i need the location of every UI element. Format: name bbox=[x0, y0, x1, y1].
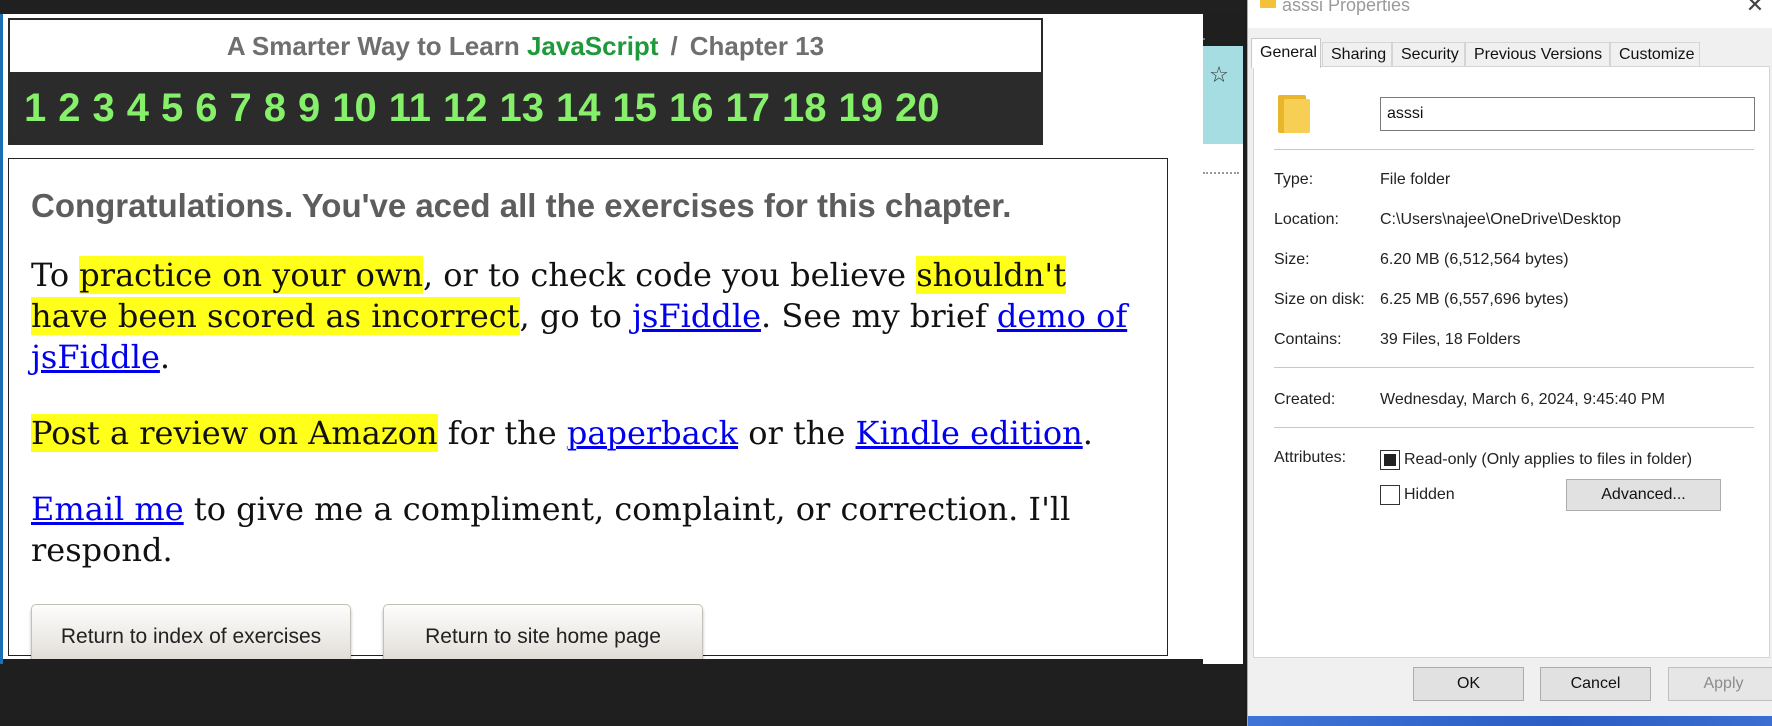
type-value: File folder bbox=[1380, 171, 1451, 188]
chapter-link-2[interactable]: 2 bbox=[58, 88, 80, 128]
size-on-disk-label: Size on disk: bbox=[1274, 291, 1365, 308]
page-title: A Smarter Way to Learn JavaScript / Chapte… bbox=[10, 20, 1041, 72]
highlighted-text: practice on your own bbox=[79, 256, 423, 294]
chapter-link-11[interactable]: 11 bbox=[389, 88, 431, 128]
tab-general[interactable]: General bbox=[1251, 38, 1321, 68]
attributes-label: Attributes: bbox=[1274, 449, 1347, 466]
general-tab-panel: Type: File folder Location: C:\Users\naj… bbox=[1253, 66, 1770, 658]
divider bbox=[1274, 367, 1754, 368]
created-label: Created: bbox=[1274, 391, 1336, 408]
review-paragraph: Post a review on Amazon for the paperbac… bbox=[31, 413, 1145, 454]
practice-paragraph: To practice on your own, or to check cod… bbox=[31, 255, 1145, 378]
paperback-link[interactable]: paperback bbox=[567, 414, 738, 452]
return-to-home-button[interactable]: Return to site home page bbox=[383, 604, 703, 659]
chapter-header: A Smarter Way to Learn JavaScript / Chapte… bbox=[8, 18, 1043, 145]
created-value: Wednesday, March 6, 2024, 9:45:40 PM bbox=[1380, 391, 1665, 408]
tab-sharing[interactable]: Sharing bbox=[1322, 42, 1392, 67]
chapter-link-7[interactable]: 7 bbox=[230, 88, 252, 128]
paragraph-text: , or to check code you believe bbox=[422, 256, 917, 294]
congratulations-heading: Congratulations. You've aced all the exe… bbox=[31, 187, 1012, 224]
divider bbox=[1274, 149, 1754, 150]
folder-icon bbox=[1260, 0, 1276, 8]
chapter-link-9[interactable]: 9 bbox=[298, 88, 320, 128]
contains-value: 39 Files, 18 Folders bbox=[1380, 331, 1521, 348]
chapter-link-18[interactable]: 18 bbox=[782, 88, 827, 128]
divider bbox=[1274, 427, 1754, 428]
browser-top-strip bbox=[0, 0, 1245, 14]
dotted-divider bbox=[1203, 172, 1239, 174]
chapter-link-15[interactable]: 15 bbox=[613, 88, 658, 128]
chapter-link-14[interactable]: 14 bbox=[556, 88, 601, 128]
chapter-link-17[interactable]: 17 bbox=[726, 88, 771, 128]
paragraph-text: . See my brief bbox=[761, 297, 997, 335]
web-page: A Smarter Way to Learn JavaScript / Chapte… bbox=[3, 14, 1203, 659]
paragraph-text: . bbox=[159, 338, 171, 376]
highlighted-text: Post a review on Amazon bbox=[31, 414, 438, 452]
hidden-label[interactable]: Hidden bbox=[1404, 486, 1455, 504]
size-on-disk-value: 6.25 MB (6,557,696 bytes) bbox=[1380, 291, 1569, 308]
chapter-link-16[interactable]: 16 bbox=[669, 88, 714, 128]
tab-bar: General Sharing Security Previous Versio… bbox=[1248, 38, 1772, 68]
chapter-link-1[interactable]: 1 bbox=[24, 88, 46, 128]
size-value: 6.20 MB (6,512,564 bytes) bbox=[1380, 251, 1569, 268]
advanced-button[interactable]: Advanced... bbox=[1566, 479, 1721, 511]
type-label: Type: bbox=[1274, 171, 1314, 188]
tab-previous-versions[interactable]: Previous Versions bbox=[1465, 42, 1610, 67]
content-box: Congratulations. You've aced all the exe… bbox=[8, 158, 1168, 659]
kindle-edition-link[interactable]: Kindle edition bbox=[856, 414, 1083, 452]
paragraph-text: for the bbox=[437, 414, 567, 452]
chapter-link-20[interactable]: 20 bbox=[895, 88, 940, 128]
chapter-link-8[interactable]: 8 bbox=[264, 88, 286, 128]
title-separator: / bbox=[670, 30, 678, 61]
hidden-checkbox[interactable] bbox=[1380, 485, 1400, 505]
star-icon[interactable]: ☆ bbox=[1205, 62, 1233, 90]
paragraph-text: , go to bbox=[519, 297, 633, 335]
location-value: C:\Users\najee\OneDrive\Desktop bbox=[1380, 211, 1621, 228]
ok-button[interactable]: OK bbox=[1413, 667, 1524, 701]
apply-button[interactable]: Apply bbox=[1668, 667, 1772, 701]
dialog-title: asssi Properties bbox=[1282, 0, 1411, 15]
paragraph-text: . bbox=[1082, 414, 1093, 452]
readonly-checkbox[interactable] bbox=[1380, 450, 1400, 470]
title-prefix: A Smarter Way to Learn bbox=[226, 30, 520, 61]
paragraph-text: to give me a compliment, complaint, or c… bbox=[31, 490, 1071, 569]
jsfiddle-link[interactable]: jsFiddle bbox=[632, 297, 761, 335]
background-browser-strip bbox=[1203, 46, 1243, 664]
close-icon[interactable]: ✕ bbox=[1743, 0, 1767, 18]
taskbar-strip bbox=[1248, 716, 1772, 726]
paragraph-text: or the bbox=[738, 414, 856, 452]
email-me-link[interactable]: Email me bbox=[31, 490, 184, 528]
title-brand: JavaScript bbox=[526, 30, 659, 61]
email-paragraph: Email me to give me a compliment, compla… bbox=[31, 489, 1145, 571]
cancel-button[interactable]: Cancel bbox=[1540, 667, 1651, 701]
size-label: Size: bbox=[1274, 251, 1310, 268]
return-to-index-button[interactable]: Return to index of exercises bbox=[31, 604, 351, 659]
properties-dialog: asssi Properties ✕ General Sharing Secur… bbox=[1247, 0, 1772, 726]
folder-icon bbox=[1278, 93, 1310, 133]
folder-name-input[interactable] bbox=[1380, 97, 1755, 131]
chapter-link-19[interactable]: 19 bbox=[839, 88, 884, 128]
tab-customize[interactable]: Customize bbox=[1610, 42, 1700, 67]
button-row: Return to index of exercises Return to s… bbox=[31, 604, 1145, 659]
chapter-link-6[interactable]: 6 bbox=[195, 88, 217, 128]
chapter-link-5[interactable]: 5 bbox=[161, 88, 183, 128]
chapter-link-12[interactable]: 12 bbox=[443, 88, 488, 128]
readonly-label[interactable]: Read-only (Only applies to files in fold… bbox=[1404, 451, 1692, 469]
chapter-link-4[interactable]: 4 bbox=[127, 88, 149, 128]
contains-label: Contains: bbox=[1274, 331, 1342, 348]
chapter-link-13[interactable]: 13 bbox=[500, 88, 545, 128]
location-label: Location: bbox=[1274, 211, 1339, 228]
chapter-label: Chapter 13 bbox=[689, 30, 825, 61]
background-browser-panel bbox=[1203, 144, 1243, 664]
chapter-link-10[interactable]: 10 bbox=[332, 88, 377, 128]
chapter-nav: 1 2 3 4 5 6 7 8 9 10 11 12 13 14 15 16 1… bbox=[10, 72, 1041, 143]
paragraph-text: To bbox=[31, 256, 80, 294]
tab-security[interactable]: Security bbox=[1392, 42, 1465, 67]
chapter-link-3[interactable]: 3 bbox=[93, 88, 115, 128]
dialog-titlebar[interactable]: asssi Properties ✕ bbox=[1248, 0, 1772, 28]
